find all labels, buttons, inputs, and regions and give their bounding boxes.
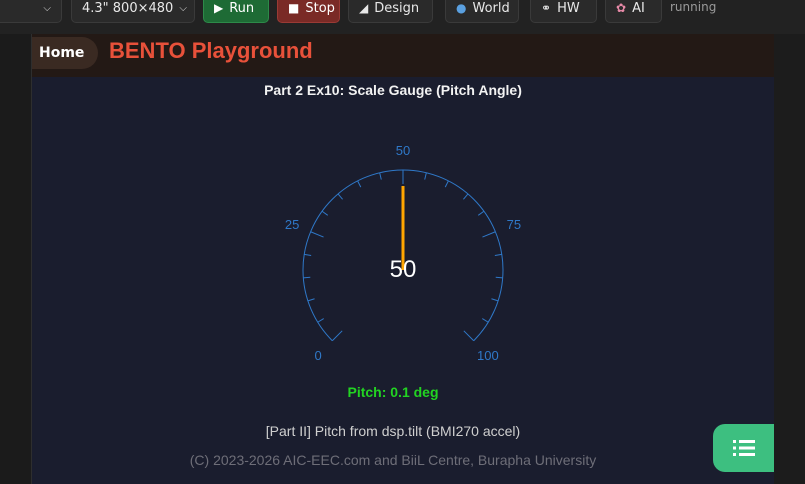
gauge-panel: Part 2 Ex10: Scale Gauge (Pitch Angle) 0…: [32, 77, 774, 484]
minor-tick: [494, 253, 502, 256]
gauge-value: 50: [390, 256, 417, 283]
minor-tick: [303, 276, 311, 279]
menu-fab[interactable]: [713, 424, 774, 472]
hw-label: HW: [557, 0, 580, 16]
gauge-scale-label: 75: [507, 217, 521, 232]
major-tick: [482, 231, 496, 238]
minor-tick: [304, 253, 312, 256]
minor-tick: [337, 193, 343, 200]
stop-label: Stop: [305, 0, 335, 16]
major-tick: [331, 330, 343, 342]
plug-icon: ⚭: [541, 1, 552, 15]
right-edge: [774, 34, 805, 484]
gauge-scale-label: 25: [285, 217, 299, 232]
list-icon: [732, 440, 755, 456]
minor-tick: [495, 276, 503, 279]
app-header: Home BENTO Playground: [32, 34, 774, 77]
run-status: running: [670, 0, 717, 14]
run-button[interactable]: ▶ Run: [203, 0, 269, 23]
minor-tick: [463, 193, 469, 200]
minor-tick: [477, 210, 485, 216]
major-tick: [310, 231, 324, 238]
ai-button[interactable]: ✿ AI: [605, 0, 662, 23]
stop-button[interactable]: ■ Stop: [277, 0, 340, 23]
pitch-readout: Pitch: 0.1 deg: [347, 384, 439, 400]
app-title: BENTO Playground: [109, 38, 313, 63]
copyright-text: (C) 2023-2026 AIC-EEC.com and BiiL Centr…: [189, 452, 597, 468]
play-icon: ▶: [214, 1, 224, 15]
left-edge: [0, 34, 32, 484]
gauge-scale-label: 100: [477, 348, 499, 363]
gauge-scale-label: 0: [315, 348, 322, 363]
top-toolbar: ⌵ 4.3" 800×480 ⌵ ▶ Run ■ Stop ◢ Design ●…: [0, 0, 805, 34]
minor-tick: [491, 298, 499, 302]
stop-icon: ■: [288, 1, 300, 15]
part-description: [Part II] Pitch from dsp.tilt (BMI270 ac…: [265, 423, 521, 439]
major-tick: [463, 330, 475, 342]
hw-button[interactable]: ⚭ HW: [530, 0, 597, 23]
home-button[interactable]: Home: [32, 37, 99, 69]
display-size-select[interactable]: 4.3" 800×480 ⌵: [71, 0, 195, 23]
chevron-down-icon: ⌵: [43, 2, 51, 14]
minor-tick: [357, 180, 362, 188]
device-select-partial[interactable]: ⌵: [0, 0, 62, 23]
world-label: World: [472, 0, 510, 16]
minor-tick: [321, 210, 329, 216]
minor-tick: [379, 172, 382, 180]
brain-icon: ✿: [616, 1, 627, 15]
minor-tick: [424, 172, 427, 180]
gauge-scale-label: 50: [396, 143, 410, 158]
design-label: Design: [374, 0, 420, 16]
design-button[interactable]: ◢ Design: [348, 0, 433, 23]
minor-tick: [307, 298, 315, 302]
run-label: Run: [229, 0, 255, 16]
ai-label: AI: [632, 0, 645, 16]
minor-tick: [444, 180, 449, 188]
minor-tick: [317, 318, 324, 323]
minor-tick: [482, 318, 489, 323]
set-square-icon: ◢: [359, 1, 369, 15]
display-size-value: 4.3" 800×480: [82, 0, 174, 16]
globe-icon: ●: [456, 1, 467, 15]
world-button[interactable]: ● World: [445, 0, 519, 23]
chevron-down-icon: ⌵: [179, 2, 187, 14]
